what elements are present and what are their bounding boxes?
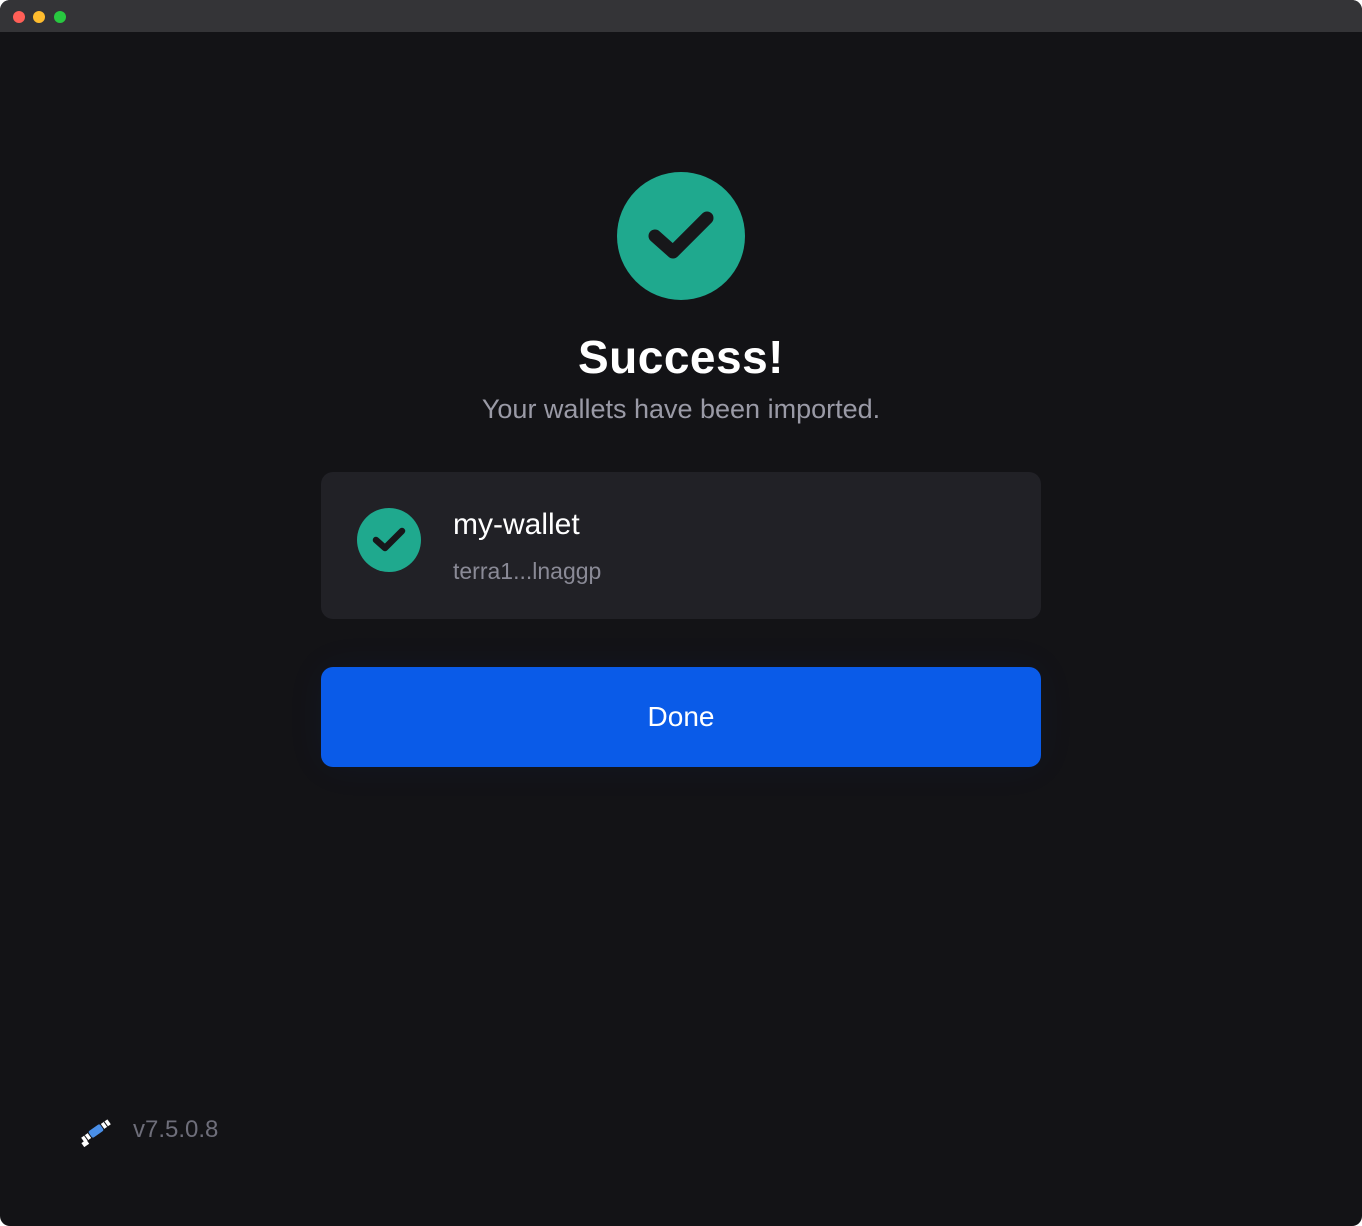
wallet-card: my-wallet terra1...lnaggp (321, 472, 1041, 619)
app-window: Success! Your wallets have been imported… (0, 0, 1362, 1226)
window-minimize-button[interactable] (33, 11, 45, 23)
wallet-address: terra1...lnaggp (453, 558, 602, 584)
window-titlebar (0, 0, 1362, 32)
window-close-button[interactable] (13, 11, 25, 23)
success-subtitle: Your wallets have been imported. (481, 394, 881, 424)
done-button[interactable]: Done (321, 667, 1041, 767)
satellite-logo-icon (78, 1113, 114, 1149)
wallet-check-icon (357, 508, 421, 572)
app-version: v7.5.0.8 (133, 1116, 219, 1143)
success-check-icon (617, 172, 745, 300)
success-title: Success! (577, 331, 784, 383)
window-maximize-button[interactable] (54, 11, 66, 23)
wallet-name: my-wallet (453, 508, 580, 541)
